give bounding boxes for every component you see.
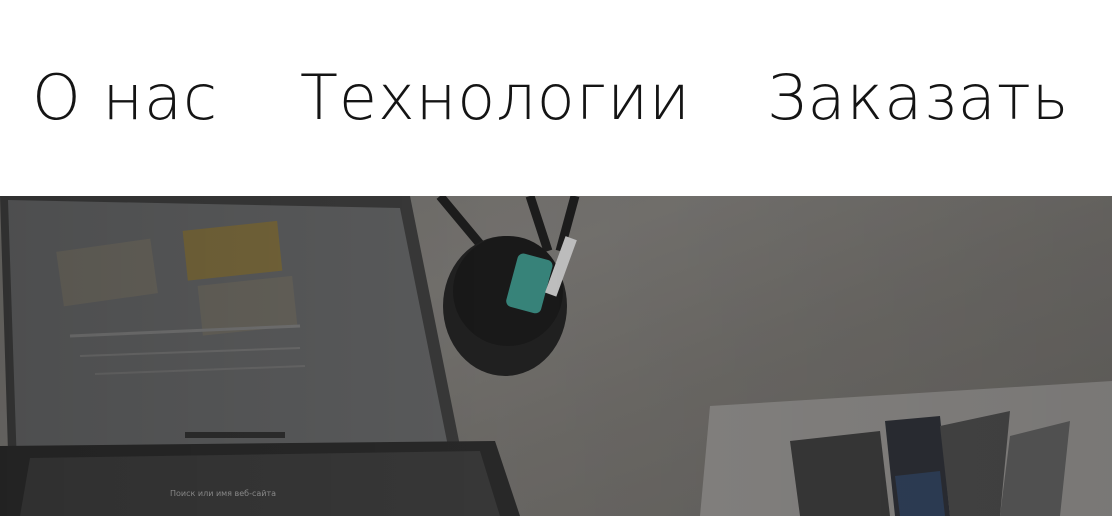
nav-link-order[interactable]: Заказать	[767, 58, 1069, 138]
top-navigation: О нас Технологии Заказать	[0, 0, 1112, 196]
hero-desk-photo: Поиск или имя веб-сайта	[0, 196, 1112, 516]
nav-link-about[interactable]: О нас	[32, 58, 218, 138]
nav-link-technologies[interactable]: Технологии	[300, 58, 691, 138]
screen-search-text: Поиск или имя веб-сайта	[170, 489, 276, 498]
hero-image: Поиск или имя веб-сайта	[0, 196, 1112, 516]
